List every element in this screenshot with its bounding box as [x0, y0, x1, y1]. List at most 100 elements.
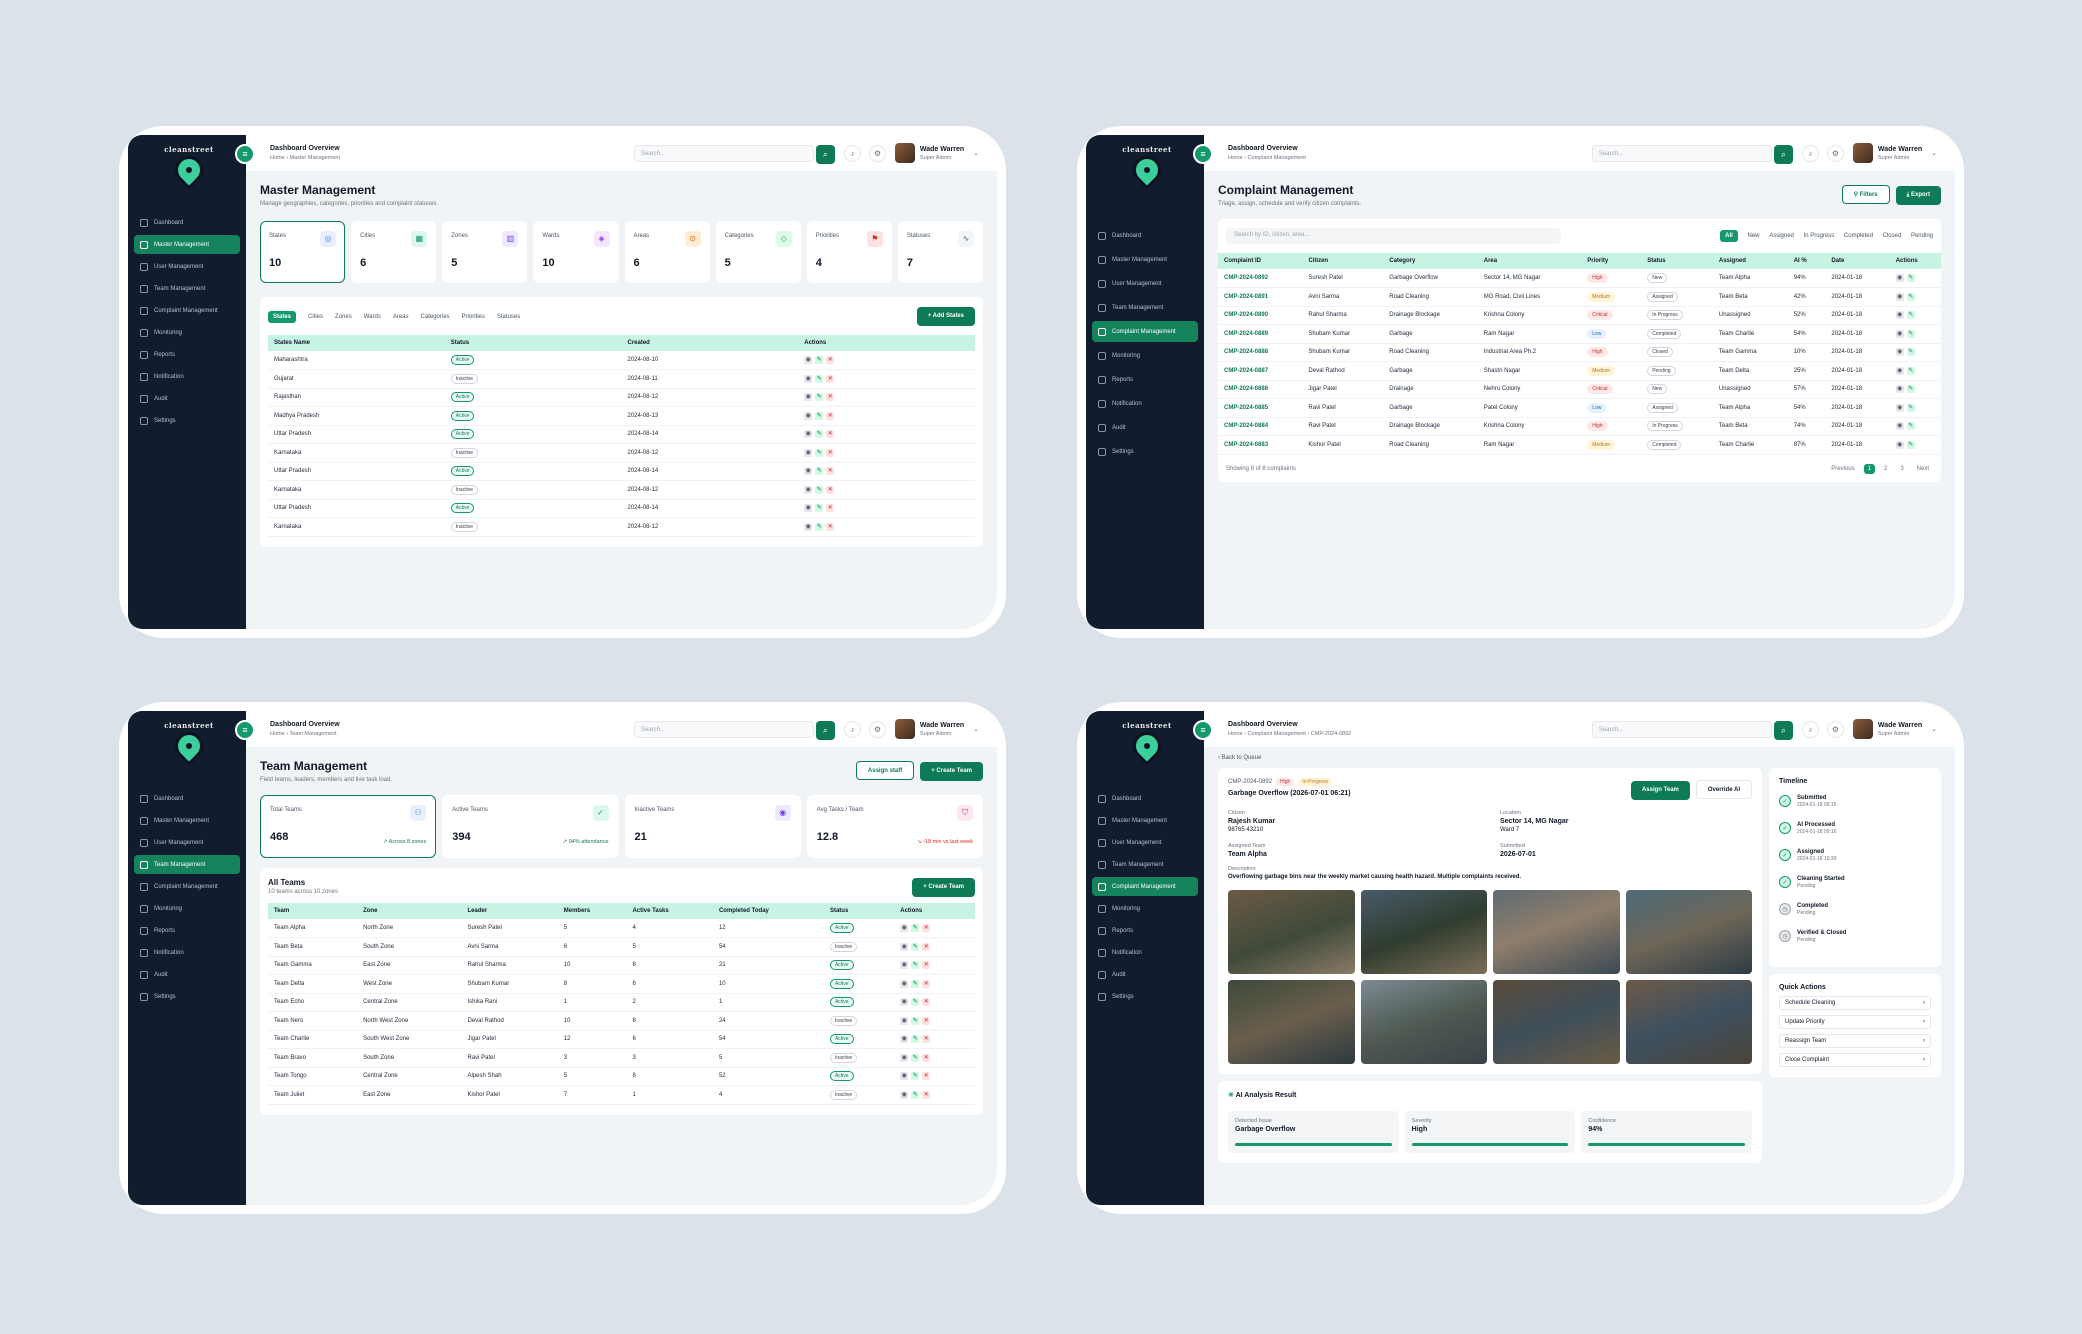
tab-wards[interactable]: Wards: [364, 314, 381, 320]
edit-icon[interactable]: ✎: [911, 1016, 920, 1025]
chip-new[interactable]: New: [1748, 233, 1760, 239]
kpi-card[interactable]: Active Teams 394 ↗ 94% attendance ✓: [442, 795, 619, 858]
edit-icon[interactable]: ✎: [815, 467, 824, 476]
eye-icon[interactable]: ◉: [804, 522, 813, 531]
nav-monitoring[interactable]: Monitoring: [1092, 899, 1198, 918]
eye-icon[interactable]: ◉: [900, 1090, 909, 1099]
edit-icon[interactable]: ✎: [1906, 348, 1915, 357]
nav-dashboard[interactable]: Dashboard: [134, 789, 240, 808]
search-input[interactable]: Search... ⌕: [633, 720, 835, 740]
assign-team-button[interactable]: Assign Team: [1630, 781, 1690, 800]
trash-icon[interactable]: ✕: [922, 924, 931, 932]
chip-assigned[interactable]: Assigned: [1769, 233, 1794, 239]
trash-icon[interactable]: ✕: [922, 942, 931, 951]
stat-card[interactable]: Statuses 7 ∿: [897, 221, 983, 283]
nav-audit[interactable]: Audit: [134, 965, 240, 984]
edit-icon[interactable]: ✎: [1906, 403, 1915, 412]
trash-icon[interactable]: ✕: [922, 1016, 931, 1025]
table-row[interactable]: Karnataka Inactive 2024-08-12 ◉ ✎ ✕: [268, 480, 975, 500]
nav-notification[interactable]: Notification: [134, 943, 240, 962]
eye-icon[interactable]: ◉: [804, 356, 813, 364]
trash-icon[interactable]: ✕: [826, 430, 835, 439]
chip-closed[interactable]: Closed: [1883, 233, 1902, 239]
table-row[interactable]: Team Beta South Zone Avni Sarma 6 5 54 Inactiv…: [268, 937, 975, 957]
edit-icon[interactable]: ✎: [1906, 311, 1915, 320]
assign-staff-button[interactable]: Assign staff: [855, 761, 915, 780]
bell-icon[interactable]: ♪: [843, 720, 861, 738]
edit-icon[interactable]: ✎: [911, 961, 920, 970]
nav-complaint-management[interactable]: Complaint Management: [134, 301, 240, 320]
nav-reports[interactable]: Reports: [134, 345, 240, 364]
nav-team-management[interactable]: Team Management: [1092, 855, 1198, 874]
nav-dashboard[interactable]: Dashboard: [134, 213, 240, 232]
menu-toggle-icon[interactable]: ≡: [1193, 720, 1213, 740]
edit-icon[interactable]: ✎: [815, 356, 824, 364]
eye-icon[interactable]: ◉: [804, 374, 813, 383]
eye-icon[interactable]: ◉: [804, 485, 813, 494]
complaint-id-link[interactable]: CMP-2024-0883: [1218, 435, 1303, 455]
complaint-photo[interactable]: [1625, 980, 1752, 1064]
nav-reports[interactable]: Reports: [1092, 921, 1198, 940]
tab-areas[interactable]: Areas: [393, 314, 409, 320]
quick-action-update-priority[interactable]: Update Priority ›: [1779, 1015, 1931, 1029]
table-row[interactable]: Karnataka Inactive 2024-08-12 ◉ ✎ ✕: [268, 517, 975, 537]
edit-icon[interactable]: ✎: [1906, 274, 1915, 282]
nav-master-management[interactable]: Master Management: [134, 235, 240, 254]
nav-audit[interactable]: Audit: [134, 389, 240, 408]
table-row[interactable]: CMP-2024-0883 Kishor Patel Road Cleaning Ra…: [1218, 435, 1941, 455]
trash-icon[interactable]: ✕: [922, 1090, 931, 1099]
table-row[interactable]: Uttar Pradesh Active 2024-08-14 ◉ ✎ ✕: [268, 462, 975, 481]
complaint-id-link[interactable]: CMP-2024-0890: [1218, 306, 1303, 325]
quick-action-close-complaint[interactable]: Close Complaint ›: [1779, 1053, 1931, 1067]
nav-complaint-management[interactable]: Complaint Management: [1092, 877, 1198, 896]
table-row[interactable]: CMP-2024-0887 Deval Rathod Garbage Shastri …: [1218, 361, 1941, 381]
nav-complaint-management[interactable]: Complaint Management: [1092, 321, 1198, 342]
create-team-button-secondary[interactable]: + Create Team: [912, 878, 975, 897]
eye-icon[interactable]: ◉: [804, 467, 813, 476]
eye-icon[interactable]: ◉: [1895, 440, 1904, 449]
page-2-button[interactable]: 2: [1880, 464, 1891, 474]
eye-icon[interactable]: ◉: [900, 979, 909, 988]
export-button[interactable]: ⤓ Export: [1895, 186, 1941, 205]
eye-icon[interactable]: ◉: [900, 942, 909, 951]
nav-dashboard[interactable]: Dashboard: [1092, 225, 1198, 246]
edit-icon[interactable]: ✎: [911, 942, 920, 951]
edit-icon[interactable]: ✎: [911, 998, 920, 1007]
search-icon[interactable]: ⌕: [815, 144, 835, 164]
menu-toggle-icon[interactable]: ≡: [235, 144, 255, 164]
search-input[interactable]: Search... ⌕: [1591, 720, 1793, 740]
eye-icon[interactable]: ◉: [900, 961, 909, 970]
gear-icon[interactable]: ⚙: [1826, 720, 1844, 738]
eye-icon[interactable]: ◉: [804, 393, 813, 402]
complaint-id-link[interactable]: CMP-2024-0884: [1218, 417, 1303, 436]
trash-icon[interactable]: ✕: [922, 1053, 931, 1062]
complaint-photo[interactable]: [1493, 890, 1620, 974]
eye-icon[interactable]: ◉: [900, 1016, 909, 1025]
table-row[interactable]: Gujarat Inactive 2024-08-11 ◉ ✎ ✕: [268, 369, 975, 389]
complaint-photo[interactable]: [1360, 980, 1487, 1064]
back-to-queue-link[interactable]: ‹ Back to Queue: [1218, 755, 1941, 761]
table-row[interactable]: Team Charlie South West Zone Jigar Patel 12…: [268, 1030, 975, 1049]
edit-icon[interactable]: ✎: [1906, 422, 1915, 431]
complaint-id-link[interactable]: CMP-2024-0891: [1218, 287, 1303, 307]
nav-user-management[interactable]: User Management: [1092, 833, 1198, 852]
nav-master-management[interactable]: Master Management: [1092, 811, 1198, 830]
trash-icon[interactable]: ✕: [826, 448, 835, 457]
edit-icon[interactable]: ✎: [1906, 385, 1915, 394]
add-states-button[interactable]: + Add States: [916, 307, 975, 326]
complaint-id-link[interactable]: CMP-2024-0885: [1218, 398, 1303, 418]
gear-icon[interactable]: ⚙: [1826, 144, 1844, 162]
table-row[interactable]: Team Delta West Zone Shubam Kumar 8 6 10 Activ…: [268, 974, 975, 994]
eye-icon[interactable]: ◉: [900, 1053, 909, 1062]
chip-pending[interactable]: Pending: [1911, 233, 1933, 239]
eye-icon[interactable]: ◉: [1895, 348, 1904, 357]
bell-icon[interactable]: ♪: [843, 144, 861, 162]
table-row[interactable]: Rajasthan Active 2024-08-12 ◉ ✎ ✕: [268, 388, 975, 407]
eye-icon[interactable]: ◉: [1895, 311, 1904, 320]
trash-icon[interactable]: ✕: [826, 374, 835, 383]
trash-icon[interactable]: ✕: [922, 998, 931, 1007]
complaint-photo[interactable]: [1360, 890, 1487, 974]
menu-toggle-icon[interactable]: ≡: [1193, 144, 1213, 164]
bell-icon[interactable]: ♪: [1801, 144, 1819, 162]
tab-priorities[interactable]: Priorities: [462, 314, 485, 320]
